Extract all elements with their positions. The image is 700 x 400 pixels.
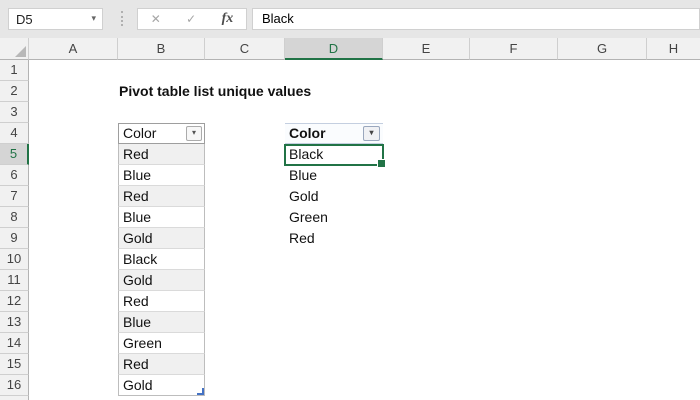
pivot-row[interactable]: Green [285, 207, 383, 228]
table-row[interactable]: Blue [118, 207, 205, 228]
pivot-filter-button[interactable]: ▾ [363, 126, 380, 141]
fill-handle[interactable] [377, 159, 386, 168]
row-header-8[interactable]: 8 [0, 207, 29, 228]
column-header-d[interactable]: D [285, 38, 383, 60]
row-header-13[interactable]: 13 [0, 312, 29, 333]
enter-check-icon[interactable]: ✓ [186, 12, 196, 26]
row-header-4[interactable]: 4 [0, 123, 29, 144]
row-header-9[interactable]: 9 [0, 228, 29, 249]
name-box-value: D5 [16, 12, 33, 27]
row-headers: 1 2 3 4 5 6 7 8 9 10 11 12 13 14 15 16 [0, 60, 29, 400]
pivot-row[interactable]: Blue [285, 165, 383, 186]
row-header-2[interactable]: 2 [0, 81, 29, 102]
select-all-corner[interactable] [0, 38, 29, 60]
column-header-g[interactable]: G [558, 38, 647, 60]
name-box[interactable]: D5 ▾ [8, 8, 103, 30]
row-header-filler [0, 396, 29, 400]
source-table-header-cell[interactable]: Color ▾ [118, 123, 205, 144]
pivot-table: Color ▾ Black Blue Gold Green Red [285, 123, 383, 249]
row-header-5[interactable]: 5 [0, 144, 29, 165]
table-row[interactable]: Blue [118, 312, 205, 333]
row-header-10[interactable]: 10 [0, 249, 29, 270]
selection-border [284, 144, 386, 168]
table-row[interactable]: Red [118, 291, 205, 312]
row-header-11[interactable]: 11 [0, 270, 29, 291]
row-header-12[interactable]: 12 [0, 291, 29, 312]
column-header-c[interactable]: C [205, 38, 285, 60]
table-row[interactable]: Red [118, 144, 205, 165]
row-header-15[interactable]: 15 [0, 354, 29, 375]
insert-function-icon[interactable]: fx [222, 11, 234, 27]
pivot-header-cell[interactable]: Color ▾ [285, 123, 383, 144]
table-row[interactable]: Red [118, 354, 205, 375]
table-row[interactable]: Black [118, 249, 205, 270]
pivot-row[interactable]: Gold [285, 186, 383, 207]
select-all-triangle-icon [15, 46, 26, 57]
table-row[interactable]: Blue [118, 165, 205, 186]
formula-bar-strip: D5 ▾ ✕ ✓ fx Black [0, 0, 700, 38]
worksheet-title: Pivot table list unique values [119, 83, 312, 99]
table-row[interactable]: Green [118, 333, 205, 354]
row-header-16[interactable]: 16 [0, 375, 29, 396]
pivot-header-label: Color [289, 125, 326, 141]
source-table-filter-button[interactable]: ▾ [186, 126, 202, 141]
formula-bar-input[interactable]: Black [252, 8, 700, 30]
formula-buttons-group: ✕ ✓ fx [137, 8, 247, 30]
column-header-a[interactable]: A [29, 38, 118, 60]
source-table-header-label: Color [123, 125, 157, 141]
source-table: Color ▾ Red Blue Red Blue Gold Black Gol… [118, 123, 205, 396]
table-resize-handle[interactable] [197, 388, 204, 395]
pivot-row[interactable]: Red [285, 228, 383, 249]
filter-dropdown-icon: ▾ [369, 128, 374, 137]
cancel-icon[interactable]: ✕ [151, 12, 161, 26]
table-row[interactable]: Gold [118, 228, 205, 249]
table-row[interactable]: Red [118, 186, 205, 207]
column-header-b[interactable]: B [118, 38, 205, 60]
chevron-down-icon[interactable]: ▾ [91, 13, 96, 24]
row-header-6[interactable]: 6 [0, 165, 29, 186]
column-header-e[interactable]: E [383, 38, 470, 60]
table-row[interactable]: Gold [118, 270, 205, 291]
table-row[interactable]: Gold [118, 375, 205, 396]
row-header-14[interactable]: 14 [0, 333, 29, 354]
formula-bar-divider-dots [121, 11, 123, 26]
column-headers: A B C D E F G H [0, 38, 700, 60]
row-header-3[interactable]: 3 [0, 102, 29, 123]
row-header-7[interactable]: 7 [0, 186, 29, 207]
column-header-f[interactable]: F [470, 38, 558, 60]
column-header-h[interactable]: H [647, 38, 700, 60]
filter-dropdown-icon: ▾ [191, 128, 196, 137]
row-header-1[interactable]: 1 [0, 60, 29, 81]
